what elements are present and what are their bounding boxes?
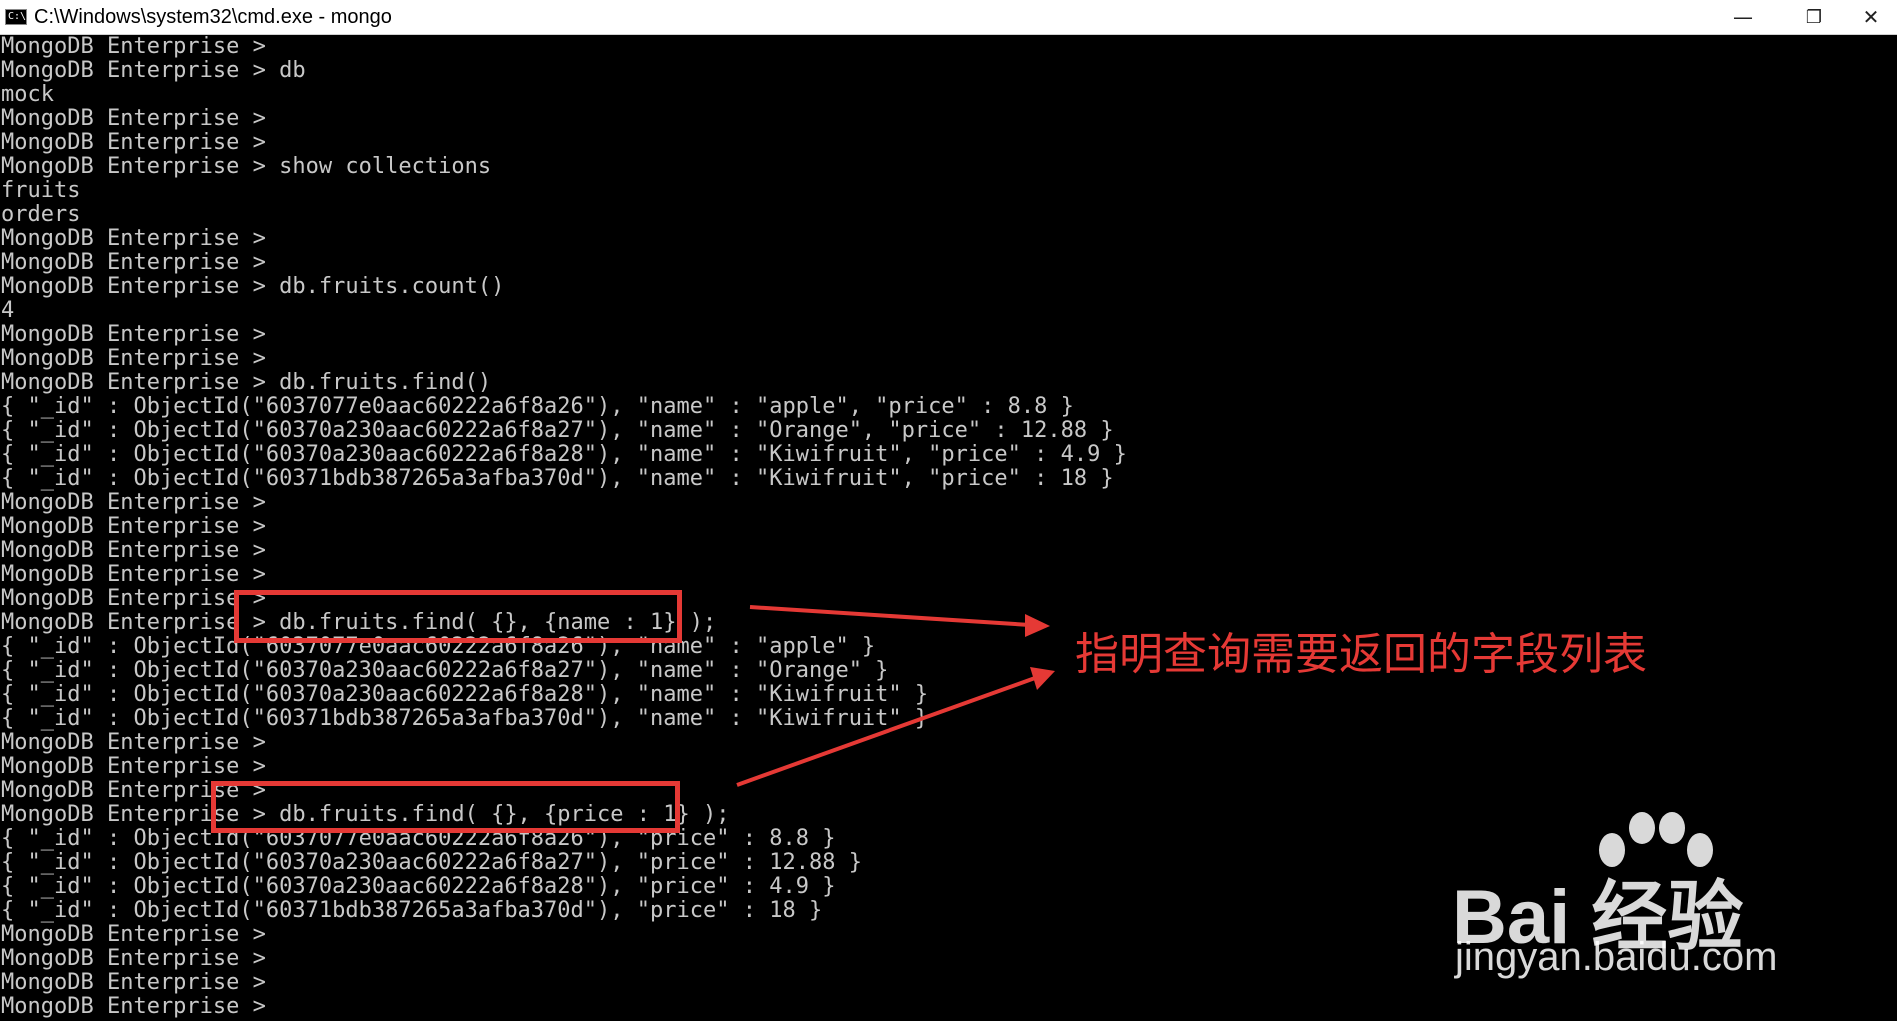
arrow-line-upper: [749, 605, 1031, 627]
baidu-watermark-url: jingyan.baidu.com: [1455, 935, 1778, 979]
arrow-head-lower: [1030, 667, 1055, 690]
arrow-line-lower: [736, 676, 1036, 787]
annotation-label: 指明查询需要返回的字段列表: [1075, 629, 1647, 680]
arrow-head-upper: [1025, 614, 1050, 637]
